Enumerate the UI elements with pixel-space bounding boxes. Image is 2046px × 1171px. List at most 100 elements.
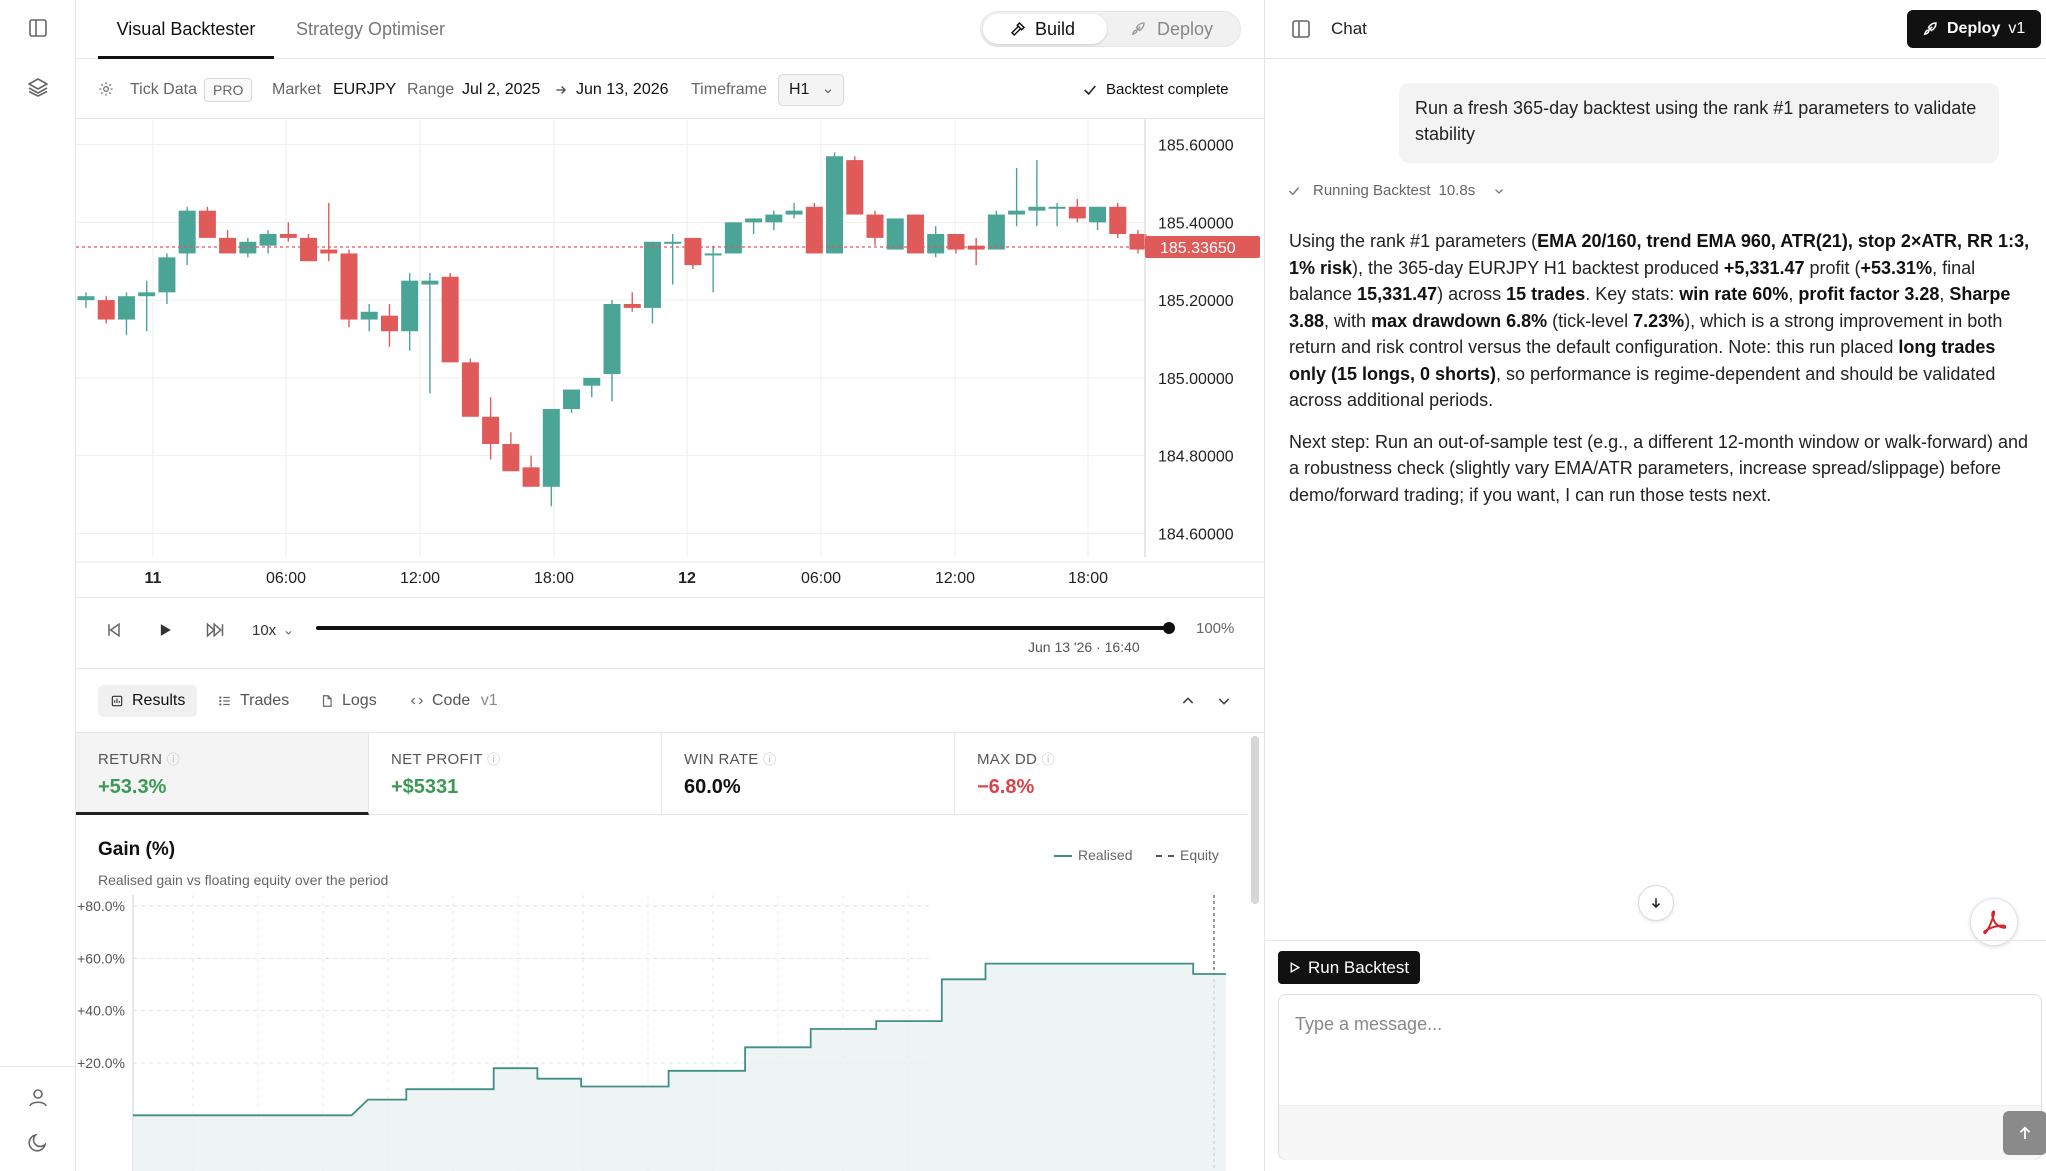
- skip-back-icon[interactable]: [104, 620, 124, 640]
- candle[interactable]: [684, 237, 702, 269]
- candle[interactable]: [522, 455, 540, 487]
- candle[interactable]: [1068, 199, 1086, 223]
- candle[interactable]: [623, 292, 641, 312]
- candle[interactable]: [360, 304, 378, 332]
- chevron-up-icon[interactable]: [1180, 693, 1196, 709]
- candle[interactable]: [603, 300, 621, 402]
- backtest-run-status[interactable]: Running Backtest 10.8s: [1287, 182, 1505, 199]
- candle[interactable]: [947, 234, 965, 254]
- candle[interactable]: [866, 210, 884, 246]
- metric-card-net-profit[interactable]: NET PROFIT ⓘ +$5331: [369, 733, 662, 815]
- panel-toggle-icon[interactable]: [1289, 17, 1313, 41]
- candle[interactable]: [401, 272, 419, 351]
- candle[interactable]: [279, 222, 297, 242]
- candle[interactable]: [461, 358, 479, 417]
- candle[interactable]: [158, 253, 176, 304]
- candle[interactable]: [77, 292, 95, 308]
- candle[interactable]: [259, 230, 277, 254]
- candle[interactable]: [785, 202, 803, 219]
- range-start[interactable]: Jul 2, 2025: [462, 60, 540, 119]
- candle[interactable]: [178, 206, 196, 266]
- candle[interactable]: [906, 214, 924, 254]
- theme-moon-icon[interactable]: [26, 1130, 50, 1154]
- user-icon[interactable]: [26, 1086, 50, 1110]
- candle[interactable]: [967, 237, 985, 266]
- candle[interactable]: [745, 218, 763, 234]
- chevron-down-icon[interactable]: [1216, 693, 1232, 709]
- run-backtest-button[interactable]: Run Backtest: [1278, 951, 1420, 984]
- tab-code[interactable]: Code v1: [398, 685, 510, 717]
- candle[interactable]: [1008, 167, 1026, 227]
- sidebar-toggle-icon[interactable]: [26, 16, 50, 40]
- candle[interactable]: [846, 156, 864, 215]
- price-y-tick: 184.60000: [1158, 526, 1234, 543]
- price-y-tick: 185.00000: [1158, 371, 1234, 388]
- candle[interactable]: [219, 230, 237, 254]
- pdf-export-button[interactable]: [1970, 898, 2018, 946]
- play-icon[interactable]: [155, 620, 175, 640]
- candle[interactable]: [239, 237, 257, 258]
- candle-body: [178, 210, 196, 254]
- price-chart-svg[interactable]: 185.60000 185.40000 185.20000 185.00000 184.…: [76, 119, 1264, 597]
- candle[interactable]: [826, 152, 844, 254]
- scroll-down-button[interactable]: [1638, 885, 1674, 921]
- speed-select[interactable]: 10x: [252, 622, 276, 639]
- candle[interactable]: [563, 389, 581, 413]
- tab-strategy-optimiser[interactable]: Strategy Optimiser: [296, 0, 445, 59]
- candle[interactable]: [927, 226, 945, 258]
- candle[interactable]: [1109, 202, 1127, 238]
- price-chart[interactable]: 185.60000 185.40000 185.20000 185.00000 184.…: [76, 119, 1264, 597]
- candle[interactable]: [482, 397, 500, 460]
- metric-card-return[interactable]: RETURN ⓘ +53.3%: [76, 733, 369, 815]
- send-button[interactable]: [2003, 1111, 2046, 1155]
- candle[interactable]: [1129, 230, 1147, 254]
- market-value[interactable]: EURJPY: [333, 60, 396, 119]
- metric-card-win-rate[interactable]: WIN RATE ⓘ 60.0%: [662, 733, 955, 815]
- candle[interactable]: [542, 409, 560, 507]
- candle[interactable]: [320, 202, 338, 262]
- candle[interactable]: [765, 210, 783, 231]
- candle[interactable]: [583, 377, 601, 398]
- candle[interactable]: [441, 272, 459, 363]
- candle[interactable]: [1028, 160, 1046, 227]
- candle[interactable]: [805, 202, 823, 254]
- build-button[interactable]: Build: [983, 14, 1107, 44]
- candle-body: [117, 296, 135, 320]
- gear-icon[interactable]: [98, 81, 114, 97]
- candle-body: [765, 214, 783, 223]
- candle[interactable]: [987, 210, 1005, 250]
- candle[interactable]: [704, 245, 722, 293]
- deploy-button[interactable]: Deploy v1: [1907, 10, 2041, 48]
- metric-card-max-dd[interactable]: MAX DD ⓘ −6.8%: [955, 733, 1248, 815]
- candle[interactable]: [886, 218, 904, 250]
- candle[interactable]: [117, 292, 135, 336]
- message-input[interactable]: [1295, 1009, 1995, 1039]
- candle[interactable]: [421, 272, 439, 394]
- layers-icon[interactable]: [26, 75, 50, 99]
- progress-track[interactable]: [316, 626, 1169, 630]
- candle[interactable]: [300, 234, 318, 262]
- candle[interactable]: [643, 241, 661, 324]
- candle[interactable]: [198, 206, 216, 238]
- timeframe-select[interactable]: H1: [778, 74, 844, 106]
- code-version: v1: [480, 692, 498, 709]
- candle[interactable]: [97, 296, 115, 324]
- candle[interactable]: [502, 432, 520, 472]
- gain-chart-svg[interactable]: +80.0% +60.0% +40.0% +20.0%: [76, 815, 1248, 1171]
- progress-handle[interactable]: [1163, 622, 1175, 634]
- step-forward-icon[interactable]: [204, 620, 226, 640]
- results-scrollbar[interactable]: [1251, 736, 1259, 904]
- tab-logs[interactable]: Logs: [308, 685, 389, 717]
- candle[interactable]: [340, 249, 358, 328]
- deploy-mode-button[interactable]: Deploy: [1109, 14, 1239, 44]
- candle[interactable]: [664, 234, 682, 285]
- candle-body: [1028, 206, 1046, 211]
- candle[interactable]: [1089, 206, 1107, 231]
- tab-results[interactable]: Results: [98, 685, 198, 717]
- range-end[interactable]: Jun 13, 2026: [576, 60, 669, 119]
- candle[interactable]: [724, 222, 742, 254]
- candle[interactable]: [380, 304, 398, 347]
- tab-trades[interactable]: Trades: [206, 685, 301, 717]
- tab-visual-backtester[interactable]: Visual Backtester: [98, 0, 274, 59]
- candle-body: [320, 249, 338, 254]
